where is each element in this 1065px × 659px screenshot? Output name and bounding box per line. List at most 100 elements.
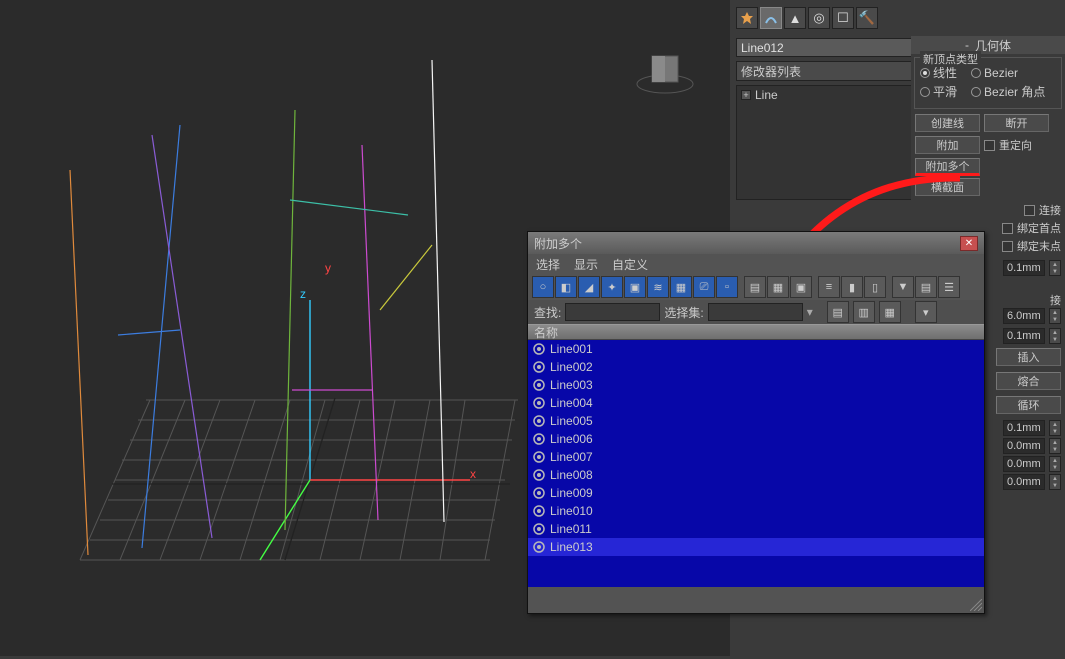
shape-icon <box>532 522 546 536</box>
spinner-arrows[interactable]: ▲▼ <box>1049 456 1061 472</box>
list-item[interactable]: Line013 <box>528 538 984 556</box>
spinner[interactable]: 0.1mm <box>1003 260 1045 276</box>
dialog-title: 附加多个 <box>534 235 582 252</box>
attach-multi-button[interactable]: 附加多个 <box>915 158 980 176</box>
weld-button[interactable]: 熔合 <box>996 372 1061 390</box>
tb-c-icon[interactable]: ▣ <box>790 276 812 298</box>
sel-tool-a-icon[interactable]: ▤ <box>827 301 849 323</box>
spinner-arrows[interactable]: ▲▼ <box>1049 260 1061 276</box>
menu-custom[interactable]: 自定义 <box>612 256 648 273</box>
list-item[interactable]: Line007 <box>528 448 984 466</box>
utilities-tab-icon[interactable]: 🔨 <box>856 7 878 29</box>
list-header[interactable]: 名称 <box>528 324 984 340</box>
filter-light-icon[interactable]: ✦ <box>601 276 623 298</box>
menu-select[interactable]: 选择 <box>536 256 560 273</box>
sel-tool-c-icon[interactable]: ▦ <box>879 301 901 323</box>
motion-tab-icon[interactable]: ◎ <box>808 7 830 29</box>
list-item[interactable]: Line010 <box>528 502 984 520</box>
bindlast-checkbox[interactable] <box>1002 241 1013 252</box>
tb-h-icon[interactable]: ▤ <box>915 276 937 298</box>
list-item[interactable]: Line004 <box>528 394 984 412</box>
item-label: Line008 <box>550 468 593 482</box>
expand-icon[interactable]: + <box>741 90 751 100</box>
shape-icon <box>532 378 546 392</box>
spinner[interactable]: 0.1mm <box>1003 420 1045 436</box>
reorient-checkbox[interactable] <box>984 140 995 151</box>
search-input[interactable] <box>565 303 660 321</box>
filter-all-icon[interactable]: ○ <box>532 276 554 298</box>
filter-helper-icon[interactable]: ≋ <box>647 276 669 298</box>
dialog-titlebar[interactable]: 附加多个 ✕ <box>528 232 984 254</box>
svg-text:y: y <box>325 261 331 275</box>
radio-linear[interactable] <box>920 68 930 78</box>
list-item[interactable]: Line006 <box>528 430 984 448</box>
create-line-button[interactable]: 创建线 <box>915 114 980 132</box>
hierarchy-tab-icon[interactable]: ▲ <box>784 7 806 29</box>
filter-space-icon[interactable]: ▦ <box>670 276 692 298</box>
tb-e-icon[interactable]: ▮ <box>841 276 863 298</box>
menu-display[interactable]: 显示 <box>574 256 598 273</box>
item-label: Line006 <box>550 432 593 446</box>
spinner[interactable]: 0.0mm <box>1003 456 1045 472</box>
item-label: Line011 <box>550 522 592 536</box>
spinner-arrows[interactable]: ▲▼ <box>1049 328 1061 344</box>
resize-grip-icon[interactable] <box>970 599 982 611</box>
item-label: Line002 <box>550 360 593 374</box>
list-item[interactable]: Line005 <box>528 412 984 430</box>
spinner-arrows[interactable]: ▲▼ <box>1049 420 1061 436</box>
spinner-arrows[interactable]: ▲▼ <box>1049 438 1061 454</box>
connect-checkbox[interactable] <box>1024 205 1035 216</box>
cycle-button[interactable]: 循环 <box>996 396 1061 414</box>
spinner-arrows[interactable]: ▲▼ <box>1049 308 1061 324</box>
list-item[interactable]: Line002 <box>528 358 984 376</box>
filter-bone-icon[interactable]: ⎚ <box>693 276 715 298</box>
vertex-type-group: 新顶点类型 线性Bezier 平滑Bezier 角点 <box>914 57 1062 109</box>
modify-tab-icon[interactable] <box>760 7 782 29</box>
attach-button[interactable]: 附加 <box>915 136 980 154</box>
cross-section-button[interactable]: 横截面 <box>915 178 980 196</box>
item-label: Line007 <box>550 450 593 464</box>
bindfirst-checkbox[interactable] <box>1002 223 1013 234</box>
tb-f-icon[interactable]: ▯ <box>864 276 886 298</box>
sel-tool-b-icon[interactable]: ▥ <box>853 301 875 323</box>
list-item[interactable]: Line008 <box>528 466 984 484</box>
radio-smooth[interactable] <box>920 87 930 97</box>
create-tab-icon[interactable] <box>736 7 758 29</box>
list-item[interactable]: Line011 <box>528 520 984 538</box>
radio-bezier-corner[interactable] <box>971 87 981 97</box>
list-item[interactable]: Line009 <box>528 484 984 502</box>
tb-a-icon[interactable]: ▤ <box>744 276 766 298</box>
selset-label: 选择集: <box>664 304 703 321</box>
spinner[interactable]: 0.0mm <box>1003 474 1045 490</box>
item-label: Line004 <box>550 396 593 410</box>
svg-text:x: x <box>470 467 476 481</box>
spinner[interactable]: 0.0mm <box>1003 438 1045 454</box>
list-item[interactable]: Line003 <box>528 376 984 394</box>
filter-geom-icon[interactable]: ◧ <box>555 276 577 298</box>
tb-g-icon[interactable]: ▼ <box>892 276 914 298</box>
item-label: Line013 <box>550 540 593 554</box>
spinner[interactable]: 6.0mm <box>1003 308 1045 324</box>
spinner-arrows[interactable]: ▲▼ <box>1049 474 1061 490</box>
break-button[interactable]: 断开 <box>984 114 1049 132</box>
selection-set-input[interactable] <box>708 303 803 321</box>
tb-i-icon[interactable]: ☰ <box>938 276 960 298</box>
chevron-down-icon[interactable]: ▾ <box>807 305 813 319</box>
list-item[interactable]: Line001 <box>528 340 984 358</box>
sel-tool-d-icon[interactable]: ▾ <box>915 301 937 323</box>
filter-cam-icon[interactable]: ▣ <box>624 276 646 298</box>
close-icon[interactable]: ✕ <box>960 236 978 251</box>
shape-icon <box>532 396 546 410</box>
radio-bezier[interactable] <box>971 68 981 78</box>
display-tab-icon[interactable]: ☐ <box>832 7 854 29</box>
filter-shape-icon[interactable]: ◢ <box>578 276 600 298</box>
object-list[interactable]: Line001 Line002 Line003 Line004 Line005 Line0… <box>528 340 984 587</box>
filter-container-icon[interactable]: ▫ <box>716 276 738 298</box>
spinner[interactable]: 0.1mm <box>1003 328 1045 344</box>
item-label: Line005 <box>550 414 593 428</box>
insert-button[interactable]: 插入 <box>996 348 1061 366</box>
dialog-footer <box>528 587 984 613</box>
tb-d-icon[interactable]: ≡ <box>818 276 840 298</box>
tb-b-icon[interactable]: ▦ <box>767 276 789 298</box>
item-label: Line009 <box>550 486 593 500</box>
